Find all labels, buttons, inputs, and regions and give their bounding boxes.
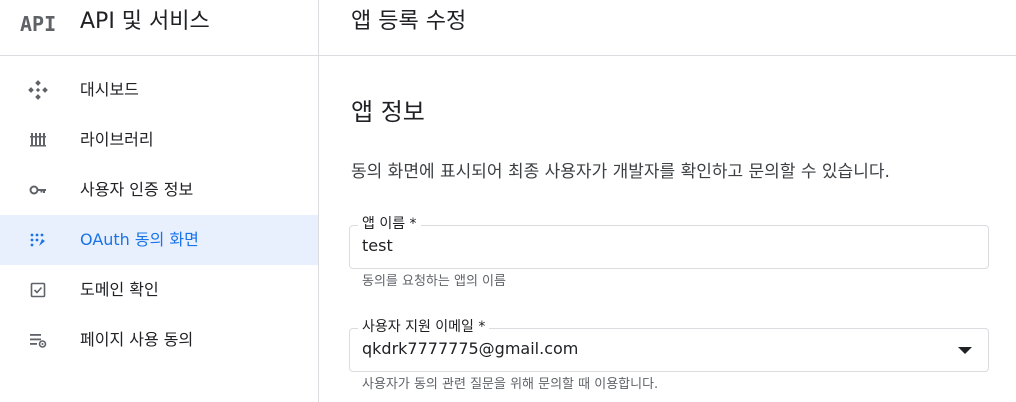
sidebar-header: API API 및 서비스 [0,0,318,56]
app-name-label: 앱 이름 * [358,215,421,233]
sidebar-item-label: 라이브러리 [80,130,154,149]
sidebar-item-credentials[interactable]: 사용자 인증 정보 [0,165,318,215]
main-header: 앱 등록 수정 [319,0,1016,56]
dropdown-arrow-icon[interactable] [958,347,972,354]
key-icon [28,180,48,200]
support-email-value[interactable]: qkdrk7777775@gmail.com [362,339,578,359]
sidebar-item-domain-verification[interactable]: 도메인 확인 [0,265,318,315]
settings-list-icon [28,330,48,350]
sidebar: API API 및 서비스 대시보드 라이브러리 사용자 인증 정보 OAuth… [0,0,319,402]
section-title: 앱 정보 [351,98,425,126]
support-email-label: 사용자 지원 이메일 * [358,318,490,336]
app-name-input[interactable]: test [362,236,393,256]
sidebar-item-library[interactable]: 라이브러리 [0,115,318,165]
library-icon [28,130,48,150]
sidebar-item-label: 도메인 확인 [80,280,159,299]
app-name-hint: 동의를 요청하는 앱의 이름 [362,274,506,289]
sidebar-item-oauth-consent[interactable]: OAuth 동의 화면 [0,215,318,265]
checkbox-icon [28,280,48,300]
section-description: 동의 화면에 표시되어 최종 사용자가 개발자를 확인하고 문의할 수 있습니다… [351,162,890,182]
sidebar-item-label: 대시보드 [80,80,139,99]
oauth-consent-icon [28,230,48,250]
page-title: 앱 등록 수정 [351,9,467,34]
sidebar-title: API 및 서비스 [80,9,210,34]
app-root: API API 및 서비스 대시보드 라이브러리 사용자 인증 정보 OAuth… [0,0,1016,402]
dashboard-icon [28,80,48,100]
sidebar-item-page-usage-agreement[interactable]: 페이지 사용 동의 [0,315,318,365]
sidebar-item-label: 페이지 사용 동의 [80,330,194,349]
sidebar-item-label: OAuth 동의 화면 [80,230,199,249]
sidebar-item-dashboard[interactable]: 대시보드 [0,65,318,115]
sidebar-nav: 대시보드 라이브러리 사용자 인증 정보 OAuth 동의 화면 도메인 확인 … [0,65,318,365]
sidebar-item-label: 사용자 인증 정보 [80,180,194,199]
support-email-select[interactable]: 사용자 지원 이메일 * qkdrk7777775@gmail.com [349,318,989,372]
support-email-hint: 사용자가 동의 관련 질문을 위해 문의할 때 이용합니다. [362,377,659,392]
api-logo[interactable]: API [20,10,56,38]
app-name-field[interactable]: 앱 이름 * test [349,215,989,269]
